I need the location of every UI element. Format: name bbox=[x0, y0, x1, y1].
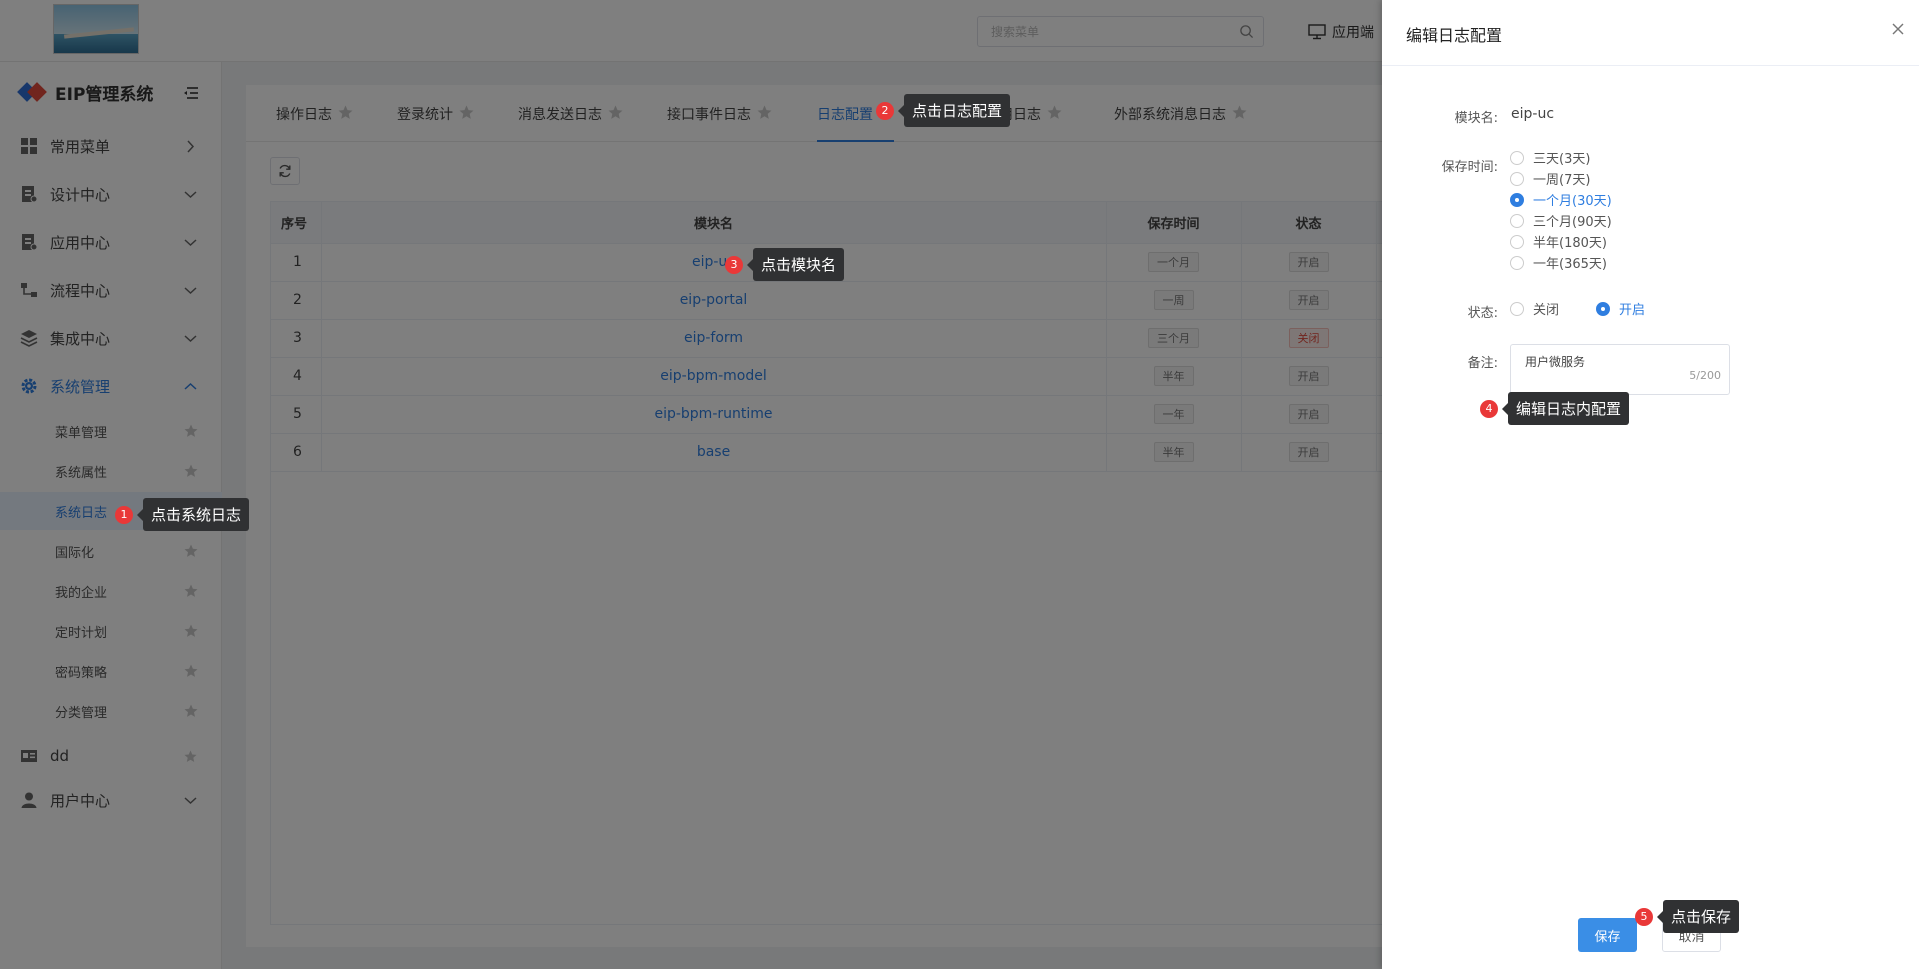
remark-field[interactable]: 用户微服务 5/200 bbox=[1510, 344, 1730, 395]
radio-circle bbox=[1596, 301, 1610, 316]
retention-option-180d[interactable]: 半年(180天) bbox=[1510, 232, 1607, 251]
radio-label: 三个月(90天) bbox=[1533, 215, 1612, 230]
radio-circle bbox=[1510, 150, 1524, 165]
radio-label: 半年(180天) bbox=[1533, 236, 1607, 251]
status-option-off[interactable]: 关闭 bbox=[1510, 299, 1559, 318]
hint-number: 1 bbox=[115, 505, 133, 524]
hint-text: 点击日志配置 bbox=[897, 94, 1011, 127]
status-label: 状态: bbox=[1467, 306, 1498, 321]
hint-step-5: 5 点击保存 bbox=[1635, 900, 1740, 933]
hint-text: 点击保存 bbox=[1656, 900, 1740, 933]
hint-number: 4 bbox=[1480, 399, 1498, 418]
radio-circle bbox=[1510, 234, 1524, 249]
module-name-label: 模块名: bbox=[1454, 111, 1498, 126]
status-option-on[interactable]: 开启 bbox=[1596, 299, 1645, 318]
hint-text: 点击系统日志 bbox=[136, 498, 250, 531]
radio-label: 开启 bbox=[1619, 303, 1646, 318]
hint-step-1: 1 点击系统日志 bbox=[115, 498, 250, 531]
remark-label: 备注: bbox=[1467, 356, 1498, 371]
retention-option-90d[interactable]: 三个月(90天) bbox=[1510, 211, 1612, 230]
retention-option-30d[interactable]: 一个月(30天) bbox=[1510, 190, 1612, 209]
hint-number: 2 bbox=[876, 101, 894, 120]
radio-label: 关闭 bbox=[1533, 303, 1560, 318]
hint-step-2: 2 点击日志配置 bbox=[876, 94, 1011, 127]
save-button[interactable]: 保存 bbox=[1578, 918, 1637, 952]
retention-label: 保存时间: bbox=[1441, 160, 1498, 175]
radio-circle bbox=[1510, 301, 1524, 316]
retention-option-7d[interactable]: 一周(7天) bbox=[1510, 169, 1590, 188]
radio-label: 一个月(30天) bbox=[1533, 194, 1612, 209]
hint-text: 点击模块名 bbox=[746, 248, 845, 281]
hint-text: 编辑日志内配置 bbox=[1501, 392, 1630, 425]
retention-option-365d[interactable]: 一年(365天) bbox=[1510, 253, 1607, 272]
retention-option-3d[interactable]: 三天(3天) bbox=[1510, 148, 1590, 167]
hint-number: 3 bbox=[725, 255, 743, 274]
radio-label: 一周(7天) bbox=[1533, 173, 1591, 188]
radio-label: 三天(3天) bbox=[1533, 152, 1591, 167]
module-name-value: eip-uc bbox=[1511, 106, 1555, 122]
radio-circle bbox=[1510, 255, 1524, 270]
hint-step-3: 3 点击模块名 bbox=[725, 248, 845, 281]
hint-number: 5 bbox=[1635, 907, 1653, 926]
drawer-title: 编辑日志配置 bbox=[1406, 26, 1503, 45]
radio-circle bbox=[1510, 213, 1524, 228]
close-icon[interactable] bbox=[1890, 21, 1906, 37]
edit-log-config-drawer: 编辑日志配置 模块名: eip-uc 保存时间: 三天(3天) 一周(7天) 一… bbox=[1382, 0, 1919, 969]
drawer-divider bbox=[1382, 65, 1919, 66]
remark-char-count: 5/200 bbox=[1689, 369, 1721, 382]
hint-step-4: 4 编辑日志内配置 bbox=[1480, 392, 1630, 425]
radio-label: 一年(365天) bbox=[1533, 257, 1607, 272]
radio-circle bbox=[1510, 171, 1524, 186]
radio-circle bbox=[1510, 192, 1524, 207]
